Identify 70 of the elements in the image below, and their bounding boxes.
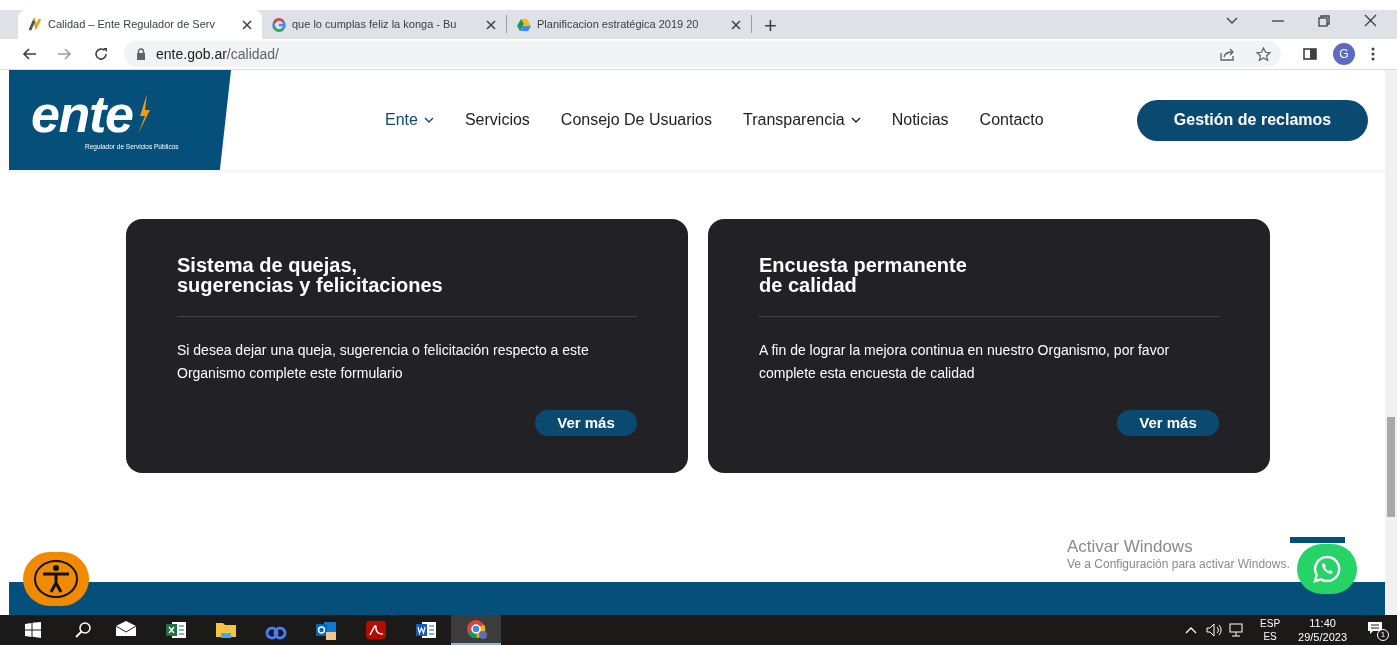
new-tab-button[interactable]: + [764,15,777,37]
close-icon[interactable] [731,19,741,30]
more-menu-icon[interactable] [1371,47,1375,61]
tab-title: Planificacion estratégica 2019 20 [537,17,700,33]
keyboard-layout: ES [1263,630,1277,643]
card-description: Si desea dejar una queja, sugerencia o felicitación respecto a este Organismo complete este formulario [177,341,590,383]
tab-list-caret-icon[interactable] [1226,16,1238,25]
accessibility-button[interactable] [23,552,89,606]
whatsapp-button[interactable] [1297,544,1357,594]
pdf-app-icon [365,620,387,640]
nav-link[interactable]: Ente [385,108,434,132]
tab-favicon-icon [272,17,286,32]
tab-title: que lo cumplas feliz la konga - Bu [292,17,458,33]
close-icon[interactable] [1364,14,1377,27]
scrollbar[interactable] [1385,70,1397,615]
nav-link[interactable]: Consejo De Usuarios [560,108,712,132]
see-more-button[interactable]: Ver más [1117,410,1219,436]
browser-app-icon [465,619,487,639]
activation-title: Activar Windows [1067,536,1194,557]
clock[interactable]: 11:40 29/5/2023 [1298,616,1347,644]
notification-icon [1367,621,1383,635]
tab-favicon-icon [28,17,42,32]
minimize-icon[interactable] [1272,19,1284,22]
nav-link[interactable]: Transparencia [743,108,861,132]
close-icon[interactable] [486,19,496,30]
accessibility-person-icon [33,559,79,599]
star-icon[interactable] [1256,46,1271,62]
caret-icon [423,117,434,123]
clock-time: 11:40 [1309,616,1336,630]
card-title: Encuesta permanente de calidad [759,255,968,295]
card-description: A fin de lograr la mejora continua en nuestro Organismo, por favor complete esta encuesta de calidad [759,341,1171,383]
language-code: ESP [1260,617,1281,630]
whatsapp-icon [1312,554,1342,584]
browser-tab[interactable]: Calidad – Ente Regulador de Serv [18,10,262,39]
card-title: Sistema de quejas, sugerencias y felicitaciones [177,255,444,295]
side-panel-icon[interactable] [1303,48,1317,60]
complaints-button[interactable]: Gestión de reclamos [1137,99,1368,141]
windows-start-icon[interactable] [25,622,41,638]
nav-link[interactable]: Contacto [979,108,1044,132]
taskbar-app-button[interactable] [451,615,501,645]
lock-icon [136,48,146,60]
chevron-up-icon[interactable] [1185,626,1198,634]
activation-message: Ve a Configuración para activar Windows. [1067,557,1290,572]
spreadsheet-app-icon [165,620,187,640]
search-icon[interactable] [75,622,91,638]
speaker-icon[interactable] [1206,623,1223,637]
clock-date: 29/5/2023 [1298,630,1347,644]
notifications-button[interactable]: 1 [1367,619,1389,641]
logo-wordmark: ente [31,88,133,141]
nav-link[interactable]: Noticias [891,108,949,132]
tab-title: Calidad – Ente Regulador de Serv [48,17,216,33]
tab-favicon-icon [517,17,531,32]
url-text: ente.gob.ar/calidad/ [156,44,280,64]
restore-icon[interactable] [1318,14,1330,27]
profile-avatar[interactable]: G [1333,43,1355,65]
mail-app-icon [315,620,337,640]
forward-arrow-icon[interactable] [58,48,72,60]
reload-icon[interactable] [94,47,108,61]
share-icon[interactable] [1220,47,1236,61]
language-indicator[interactable]: ESP ES [1260,617,1281,643]
back-arrow-icon[interactable] [22,48,36,60]
see-more-button[interactable]: Ver más [535,410,637,436]
notification-count: 1 [1377,629,1389,641]
address-bar[interactable]: ente.gob.ar/calidad/ [124,41,1281,67]
close-icon[interactable] [242,19,252,30]
document-app-icon [415,620,437,640]
network-icon[interactable] [1229,623,1246,637]
caret-icon [850,117,861,123]
folder-icon [215,620,237,640]
nav-link[interactable]: Servicios [464,108,530,132]
